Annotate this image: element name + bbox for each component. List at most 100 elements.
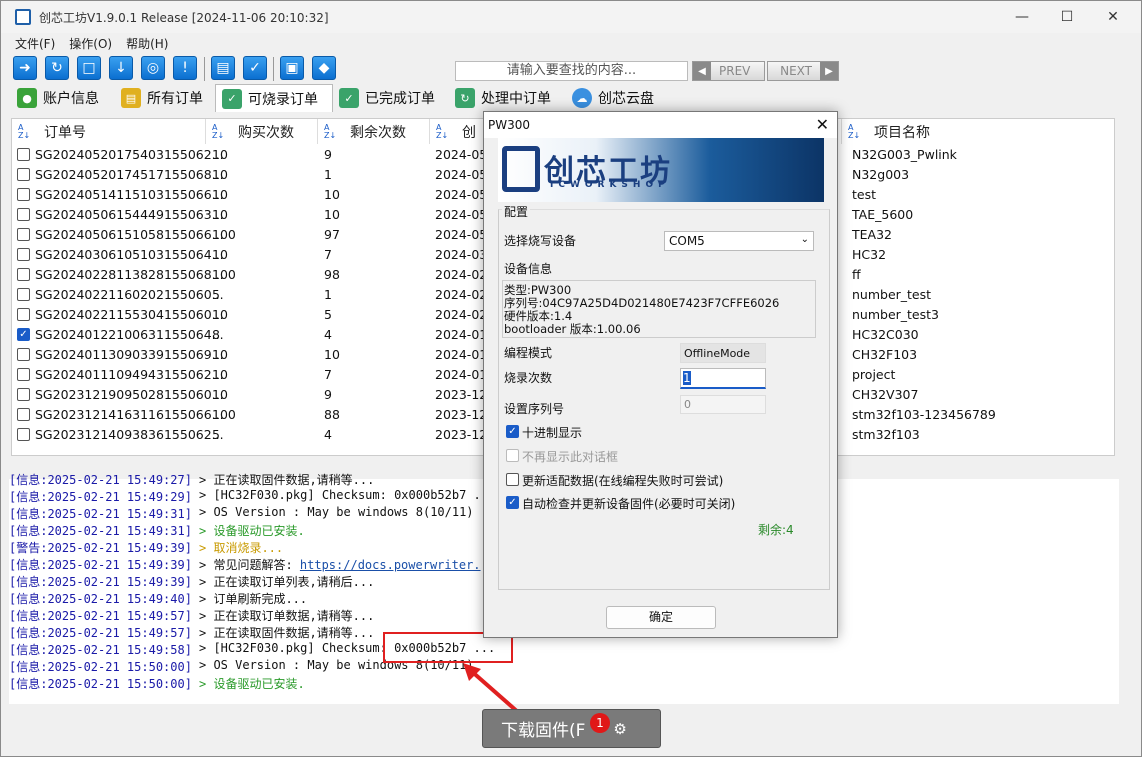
log-message: > 正在读取订单列表,请稍后... [199,573,374,590]
order-number-cell: SG20240113090339155069... [35,347,224,362]
bought-count-cell: 10 [212,187,228,202]
project-name-cell: project [852,367,896,382]
arrow-left-icon: ◀ [693,62,711,80]
row-checkbox[interactable] [17,408,30,421]
tab-label: 处理中订单 [481,91,551,107]
minimize-button[interactable]: — [999,1,1045,33]
info-icon[interactable]: ! [173,56,197,80]
log-message: > 常见问题解答: https://docs.powerwriter. [199,556,481,573]
log-message: > 订单刷新完成... [199,590,307,607]
bought-count-cell: 10 [212,307,228,322]
close-button[interactable]: ✕ [1090,1,1136,33]
menu-help[interactable]: 帮助(H) [126,35,168,52]
log-message-text: > 取消烧录... [199,541,284,555]
project-name-cell: N32g003 [852,167,910,182]
save-icon[interactable]: ▣ [280,56,304,80]
menu-file[interactable]: 文件(F) [15,35,55,52]
count-value: 1 [683,371,691,385]
tab-all-orders[interactable]: ▤ 所有订单 [115,84,203,112]
column-header-project[interactable]: A Z↓ 项目名称 [842,119,1112,144]
log-timestamp: 2025-02-21 15:49:39] [47,558,192,572]
column-header-order[interactable]: A Z↓ 订单号 [12,119,206,144]
download-firmware-button[interactable]: 下载固件(F ⚙ [482,709,661,748]
next-button[interactable]: NEXT ▶ [767,61,839,81]
download-icon[interactable]: ↓ [109,56,133,80]
user-icon: ● [17,88,37,108]
hex-display-checkbox[interactable]: ✓ [506,425,519,438]
sort-icon: A Z↓ [436,122,449,140]
chart-icon[interactable]: ▤ [211,56,235,80]
brand-banner: 创芯工坊 ICWORKSHOP [498,138,824,202]
row-checkbox[interactable] [17,248,30,261]
tab-completed-orders[interactable]: ✓ 已完成订单 [333,84,435,112]
created-date-cell: 2024-02 [435,267,488,282]
row-checkbox[interactable] [17,168,30,181]
bought-count-cell: 10 [212,347,228,362]
tab-label: 所有订单 [147,91,203,107]
row-checkbox[interactable] [17,348,30,361]
row-checkbox[interactable] [17,208,30,221]
row-checkbox[interactable] [17,388,30,401]
log-timestamp: 2025-02-21 15:50:00] [47,677,192,691]
log-timestamp: 2025-02-21 15:49:40] [47,592,192,606]
globe-icon[interactable]: ◎ [141,56,165,80]
docs-link[interactable]: https://docs.powerwriter. [300,558,481,572]
column-header-remain[interactable]: A Z↓ 剩余次数 [318,119,430,144]
sort-icon: A Z↓ [324,122,337,140]
project-name-cell: stm32f103-123456789 [852,407,996,422]
auto-check-checkbox[interactable]: ✓ [506,496,519,509]
prev-button[interactable]: ◀ PREV [692,61,765,81]
row-checkbox[interactable] [17,308,30,321]
auto-check-label: 自动检查并更新设备固件(必要时可关闭) [522,497,736,511]
burn-count-input[interactable]: 1 [680,368,766,389]
delete-icon[interactable]: □ [77,56,101,80]
remain-count-cell: 10 [324,207,340,222]
row-checkbox[interactable] [17,148,30,161]
row-checkbox[interactable] [17,188,30,201]
log-timestamp: 2025-02-21 15:49:57] [47,626,192,640]
remain-count-cell: 1 [324,167,332,182]
shield-icon[interactable]: ✓ [243,56,267,80]
dialog-close-icon[interactable]: ✕ [816,115,829,134]
order-number-cell: SG20240111094943155062... [35,367,224,382]
sort-icon: A Z↓ [212,122,225,140]
menu-action[interactable]: 操作(O) [69,35,112,52]
tag-icon[interactable]: ◆ [312,56,336,80]
row-checkbox[interactable] [17,368,30,381]
no-show-checkbox [506,449,519,462]
update-data-label: 更新适配数据(在线编程失败时可尝试) [522,474,724,488]
bought-count-cell: 100 [212,407,236,422]
row-checkbox[interactable] [17,268,30,281]
search-input[interactable]: 请输入要查找的内容... [455,61,688,81]
log-level: [信息: [9,507,48,521]
log-message-text: > 订单刷新完成... [199,592,308,606]
row-checkbox[interactable] [17,428,30,441]
settings-icon: ⚙ [613,719,627,738]
ok-button[interactable]: 确定 [606,606,716,629]
column-header-bought[interactable]: A Z↓ 购买次数 [206,119,318,144]
log-timestamp: 2025-02-21 15:49:27] [47,473,192,487]
notification-badge: 1 [590,713,610,733]
bought-count-cell: 100 [212,267,236,282]
row-checkbox[interactable] [17,228,30,241]
created-date-cell: 2023-12 [435,387,488,402]
log-timestamp: 2025-02-21 15:49:58] [47,643,192,657]
window-title: 创芯工坊V1.9.0.1 Release [2024-11-06 20:10:3… [39,10,329,25]
device-select[interactable]: COM5 ⌄ [664,231,814,251]
log-level: [信息: [9,592,48,606]
row-checkbox[interactable] [17,288,30,301]
log-level: [信息: [9,558,48,572]
refresh-icon[interactable]: ↻ [45,56,69,80]
project-name-cell: N32G003_Pwlink [852,147,957,162]
tab-cloud-disk[interactable]: ☁ 创芯云盘 [566,84,654,112]
tab-processing-orders[interactable]: ↻ 处理中订单 [449,84,551,112]
row-checkbox[interactable]: ✓ [17,328,30,341]
toolbar-divider [204,57,205,81]
maximize-button[interactable]: ☐ [1044,1,1090,33]
tab-burnable-orders[interactable]: ✓ 可烧录订单 [215,84,333,112]
update-data-checkbox[interactable] [506,473,519,486]
log-message: > 取消烧录... [199,539,283,556]
login-icon[interactable]: ➜ [13,56,37,80]
tab-account[interactable]: ● 账户信息 [11,84,99,112]
created-date-cell: 2023-12 [435,407,488,422]
